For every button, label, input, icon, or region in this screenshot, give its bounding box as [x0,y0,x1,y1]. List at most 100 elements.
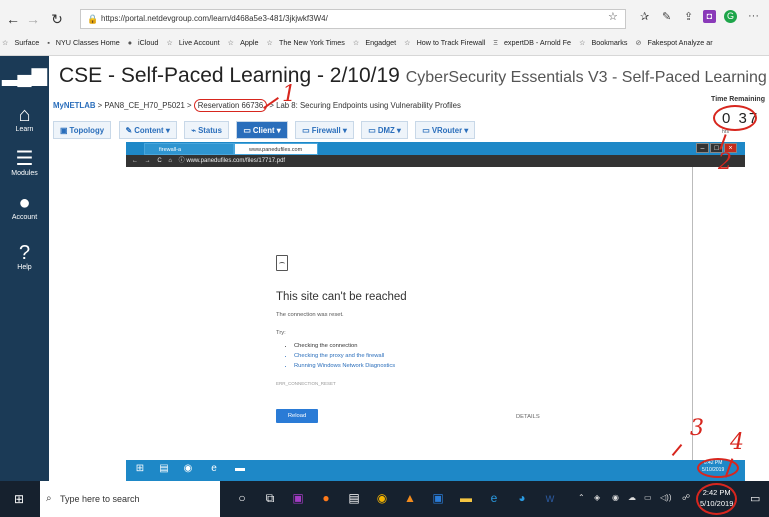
screenshot: ← → ↻ 🔒 https://portal.netdevgroup.com/l… [0,0,769,517]
cortana-icon[interactable]: ○ [234,490,250,506]
firefox-icon[interactable]: ● [318,490,334,506]
fav-apple[interactable]: Apple [240,38,258,47]
favorite-star-icon[interactable]: ☆ [608,10,618,23]
reload-button[interactable]: Reload [276,409,318,423]
fav-engadget[interactable]: Engadget [365,38,396,47]
taskbar-search-input[interactable]: ⌕ Type here to search [40,481,220,517]
tab-content[interactable]: ✎ Content ▾ [118,121,177,139]
breadcrumb-lab: Lab 8: Securing Endpoints using Vulnerab… [276,101,461,110]
address-row: ← → ↻ 🔒 https://portal.netdevgroup.com/l… [0,8,769,36]
fav-bookmarks[interactable]: Bookmarks [592,38,628,47]
details-button[interactable]: DETAILS [516,414,540,420]
fav-icloud[interactable]: iCloud [138,38,158,47]
refresh-icon[interactable]: ↻ [48,10,66,28]
explorer-icon[interactable]: ▤ [156,461,172,476]
try-label: Try: [276,330,286,336]
remote-tab-panedufiles[interactable]: www.panedufiles.com [234,143,318,155]
network-icon[interactable]: ☍ [682,493,690,502]
forward-icon[interactable]: → [24,10,42,28]
sidebar-item-account[interactable]: ● Account [0,192,49,221]
star-icon: ☆ [352,38,360,47]
url-text: https://portal.netdevgroup.com/learn/d46… [101,14,328,23]
tab-topology[interactable]: ▣ Topology [53,121,112,139]
home-icon: ⌂ [18,104,31,126]
remote-desktop[interactable]: firewall-a www.panedufiles.com – □ × ← →… [126,142,745,488]
battery-icon[interactable]: ▭ [644,493,652,502]
breadcrumb-pod[interactable]: PAN8_CE_H70_P5021 [104,101,184,110]
fakespot-icon: ⊘ [635,38,642,47]
windows-start-icon[interactable]: ⊞ [14,492,24,506]
time-remaining-label: Time Remaining [711,96,765,103]
fav-expertdb[interactable]: expertDB - Arnold Fe [504,38,571,47]
start-icon[interactable]: ⊞ [132,461,148,476]
more-icon[interactable]: ··· [748,10,759,22]
task-view-icon[interactable]: ⧉ [262,490,278,506]
app-icon[interactable]: ◕ [514,490,530,506]
star-icon: ☆ [2,38,9,47]
fav-nyu[interactable]: NYU Classes Home [56,38,120,47]
fav-track-firewall[interactable]: How to Track Firewall [417,38,486,47]
edge-icon[interactable]: e [486,490,502,506]
cmd-icon[interactable]: ▬ [232,461,248,476]
sidebar-item-modules[interactable]: ☰ Modules [0,148,49,177]
sidebar-item-label: Account [11,214,38,221]
extension-icon[interactable]: ◘ [703,10,716,23]
course-title: CSE - Self-Paced Learning - 2/10/19 [59,64,400,87]
annotation-circle [697,458,739,478]
outlook-icon[interactable]: ▣ [430,490,446,506]
ie-icon[interactable]: e [206,461,222,476]
grammarly-icon[interactable]: G [724,10,737,23]
windows-taskbar: ⊞ ⌕ Type here to search ○ ⧉ ▣ ● ▤ ◉ ▲ ▣ … [0,481,769,517]
home-icon[interactable]: ⌂ [168,158,172,164]
notification-icon[interactable]: ▭ [750,492,760,505]
chrome-icon[interactable]: ◉ [374,490,390,506]
remote-url: www.panedufiles.com/files/17717.pdf [186,158,286,164]
remote-tab-firewall[interactable]: firewall-a [144,143,234,155]
volume-icon[interactable]: ◁)) [660,493,671,502]
tab-label: Client [252,126,275,135]
favorites-icon[interactable]: ✰ [640,10,649,23]
tab-dmz[interactable]: ▭ DMZ ▾ [361,121,408,139]
star-icon: ☆ [579,38,586,47]
fav-nyt[interactable]: The New York Times [279,38,345,47]
onenote-icon[interactable]: ▣ [290,490,306,506]
list-item[interactable]: Checking the proxy and the firewall [294,351,395,361]
tray-expand-icon[interactable]: ⌃ [578,493,585,502]
sidebar-item-learn[interactable]: ⌂ Learn [0,104,49,133]
breadcrumb-root[interactable]: MyNETLAB [53,101,95,110]
cloud-icon[interactable]: ☁ [628,493,636,502]
tab-client[interactable]: ▭ Client ▾ [236,121,288,139]
refresh-icon[interactable]: C [157,158,161,164]
breadcrumb-reservation[interactable]: Reservation 66736 [193,99,268,112]
sidebar-item-label: Modules [11,170,38,177]
tray-app-icon[interactable]: ◈ [594,493,600,502]
fav-surface[interactable]: Surface [14,38,39,47]
address-bar[interactable]: 🔒 https://portal.netdevgroup.com/learn/d… [80,9,626,29]
store-icon[interactable]: ▤ [346,490,362,506]
back-icon[interactable]: ← [4,10,22,28]
share-icon[interactable]: ⇪ [684,10,693,23]
chrome-icon[interactable]: ◉ [180,461,196,476]
tab-vrouter[interactable]: ▭ VRouter ▾ [415,121,476,139]
apple-icon: ● [127,38,133,47]
minimize-icon[interactable]: – [696,143,709,153]
forward-icon[interactable]: → [145,158,151,164]
pen-icon[interactable]: ✎ [662,10,671,23]
logo-icon: ▂▄▆ [2,64,47,86]
sidebar-item-help[interactable]: ? Help [0,242,49,271]
user-icon: ● [18,192,31,214]
tab-status[interactable]: ⌁ Status [184,121,229,139]
course-subtitle: CyberSecurity Essentials V3 - Self-Paced… [405,69,769,86]
list-item[interactable]: Running Windows Network Diagnostics [294,361,395,371]
fav-live[interactable]: Live Account [179,38,220,47]
sad-page-icon [276,255,288,271]
word-icon[interactable]: w [542,490,558,506]
fav-fakespot[interactable]: Fakespot Analyze ar [648,38,713,47]
remote-address-bar[interactable]: ← → C ⌂ ⓘ www.panedufiles.com/files/1771… [126,155,745,167]
tray-app-icon[interactable]: ◉ [612,493,619,502]
back-icon[interactable]: ← [132,158,138,164]
tab-firewall[interactable]: ▭ Firewall ▾ [295,121,354,139]
star-icon: ☆ [227,38,235,47]
vlc-icon[interactable]: ▲ [402,490,418,506]
file-explorer-icon[interactable]: ▬ [458,490,474,506]
